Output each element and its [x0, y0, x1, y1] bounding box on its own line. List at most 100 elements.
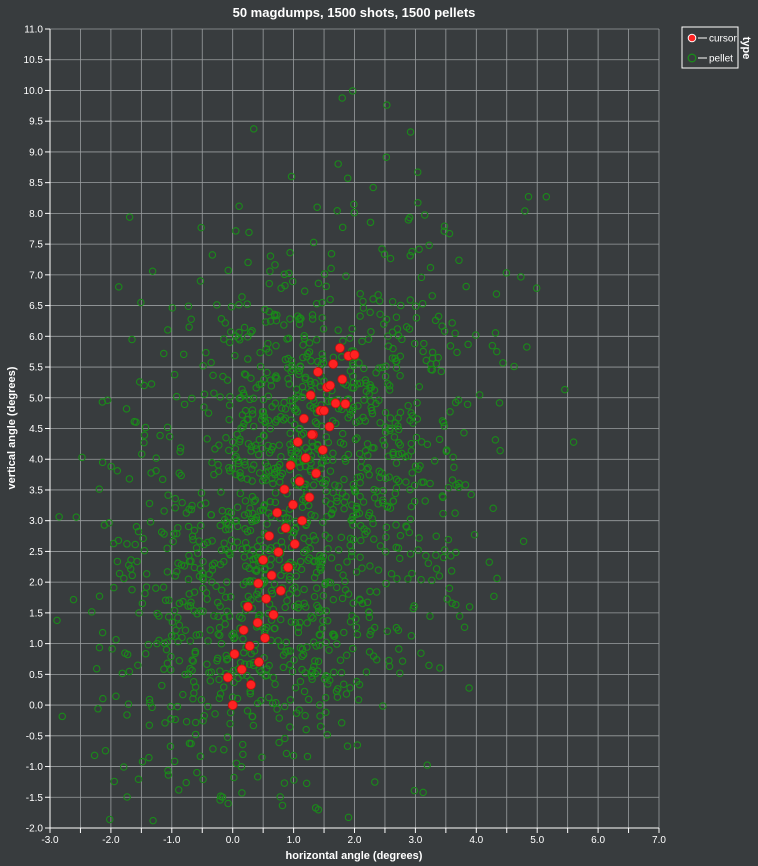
pellet-point: [349, 599, 357, 607]
pellet-point: [188, 394, 196, 403]
pellet-point: [208, 251, 217, 259]
pellet-point: [351, 435, 360, 444]
pellet-point: [318, 350, 326, 358]
pellet-point: [448, 476, 457, 484]
pellet-point: [134, 661, 142, 670]
pellet-point: [426, 479, 434, 488]
pellet-point: [415, 245, 423, 254]
pellet-point: [278, 801, 287, 810]
pellet-point: [307, 612, 315, 621]
pellet-point: [172, 392, 181, 401]
pellet-point: [327, 554, 336, 562]
pellet-point: [140, 546, 149, 555]
pellet-point: [110, 583, 118, 592]
pellet-point: [232, 227, 240, 235]
pellet-point: [300, 534, 308, 542]
y-tick-label: 0.5: [29, 670, 43, 681]
pellet-point: [255, 469, 264, 477]
pellet-point: [146, 518, 155, 526]
pellet-point: [448, 319, 456, 327]
x-tick-label: 0.0: [226, 835, 240, 846]
y-tick-label: 10.5: [24, 55, 44, 66]
pellet-point: [214, 467, 223, 475]
pellet-point: [316, 712, 324, 720]
pellet-point: [334, 326, 342, 334]
pellet-point: [152, 584, 160, 592]
pellet-point: [319, 591, 328, 600]
pellet-point: [55, 513, 63, 521]
cursor-point: [325, 380, 336, 391]
pellet-point: [233, 503, 242, 511]
pellet-point: [241, 497, 250, 505]
y-tick-label: 5.0: [29, 393, 43, 404]
pellet-point: [138, 599, 147, 608]
pellet-point: [333, 640, 341, 648]
pellet-point: [176, 444, 185, 452]
pellet-point: [432, 565, 441, 573]
pellet-point: [461, 481, 470, 489]
pellet-point: [428, 576, 436, 585]
pellet-point: [297, 431, 306, 439]
pellet-point: [342, 651, 351, 659]
pellet-point: [309, 481, 318, 489]
pellet-point: [215, 675, 223, 684]
pellet-point: [225, 415, 233, 424]
pellet-point: [406, 128, 415, 136]
cursor-point: [227, 700, 238, 710]
pellet-point: [182, 717, 191, 726]
pellet-point: [158, 475, 167, 484]
pellet-point: [187, 315, 195, 323]
y-tick-label: 2.0: [29, 578, 43, 589]
y-tick-label: -1.5: [26, 793, 44, 804]
pellet-point: [263, 368, 271, 377]
pellet-point: [275, 714, 284, 722]
pellet-point: [163, 423, 172, 432]
pellet-point: [312, 336, 321, 344]
pellet-point: [524, 192, 533, 201]
pellet-point: [286, 660, 294, 669]
pellet-point: [302, 725, 310, 734]
pellet-point: [114, 536, 123, 545]
pellet-point: [118, 669, 127, 678]
pellet-point: [149, 816, 157, 825]
pellet-point: [179, 690, 187, 699]
pellet-point: [158, 681, 166, 690]
pellet-point: [215, 694, 224, 702]
pellet-point: [329, 449, 337, 458]
pellet-point: [320, 270, 329, 278]
chart-title: 50 magdumps, 1500 shots, 1500 pellets: [233, 5, 476, 20]
pellet-point: [424, 559, 433, 567]
pellet-point: [280, 321, 288, 329]
pellet-point: [491, 329, 500, 337]
pellet-point: [452, 548, 460, 557]
pellet-point: [256, 348, 264, 357]
pellet-point: [78, 453, 86, 462]
pellet-point: [462, 282, 470, 291]
pellet-point: [221, 620, 229, 628]
pellet-point: [53, 616, 61, 625]
pellet-point: [366, 397, 375, 405]
pellet-point: [271, 489, 280, 497]
pellet-point: [281, 734, 289, 743]
pellet-point: [346, 617, 355, 626]
pellet-point: [98, 458, 107, 467]
x-axis-title: horizontal angle (degrees): [286, 850, 423, 862]
pellet-point: [496, 446, 504, 455]
pellet-point: [300, 687, 309, 696]
pellet-point: [406, 296, 415, 304]
pellet-point: [337, 719, 346, 727]
pellet-point: [366, 562, 374, 570]
pellet-point: [101, 746, 110, 755]
pellet-point: [465, 603, 474, 611]
pellet-point: [206, 626, 214, 634]
pellet-point: [281, 603, 289, 612]
pellet-point: [569, 438, 578, 446]
pellet-point: [211, 710, 219, 718]
pellet-point: [303, 752, 312, 761]
cursor-point: [330, 398, 341, 409]
pellet-point: [112, 635, 120, 644]
pellet-point: [220, 746, 228, 754]
pellet-point: [248, 712, 256, 721]
pellet-point: [452, 600, 460, 609]
pellet-point: [178, 498, 186, 507]
